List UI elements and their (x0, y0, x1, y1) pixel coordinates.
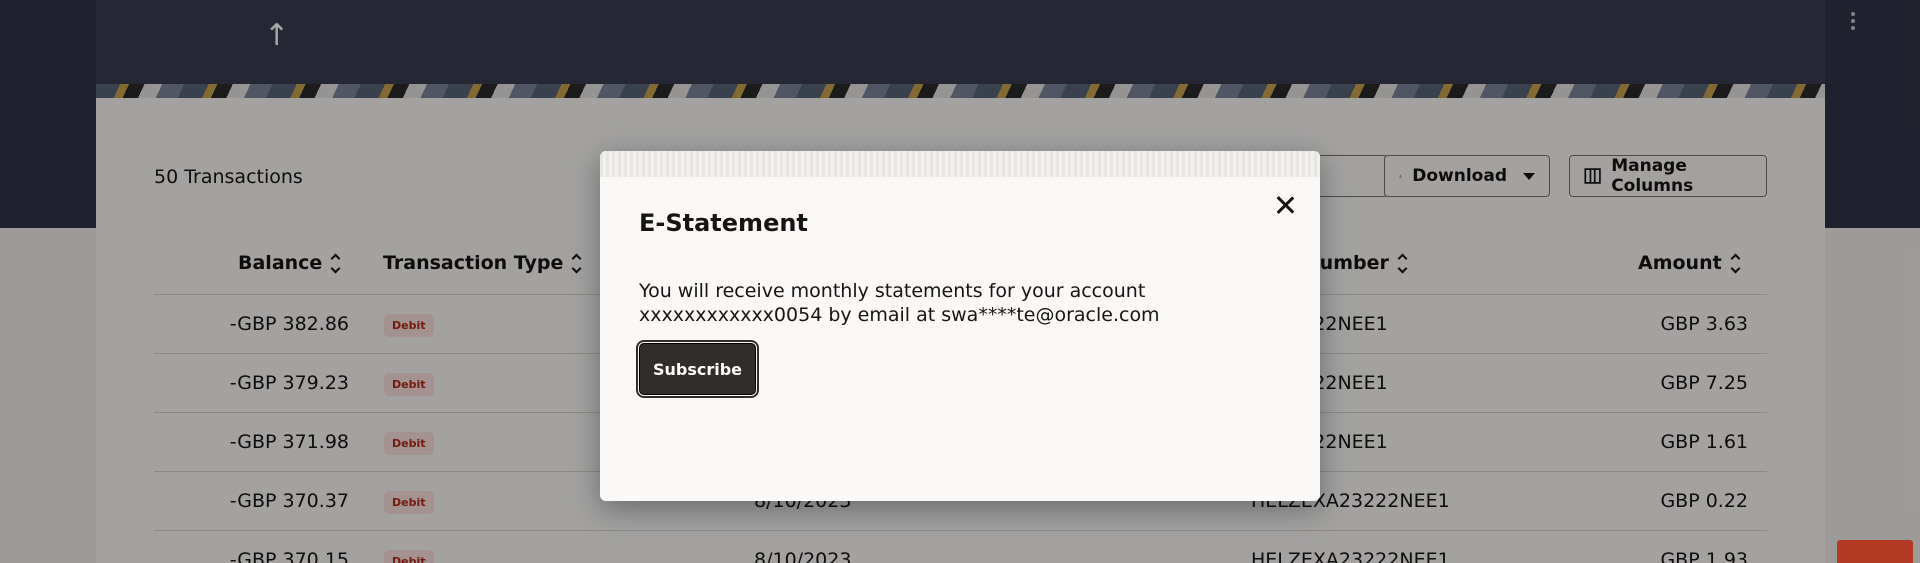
dialog-pattern-strip (600, 151, 1320, 177)
close-icon[interactable] (1270, 190, 1300, 220)
dialog-message-line-1: You will receive monthly statements for … (639, 280, 1146, 302)
subscribe-button[interactable]: Subscribe (636, 340, 759, 398)
dialog-message-line-2: xxxxxxxxxxxx0054 by email at swa****te@o… (639, 304, 1160, 326)
dialog-title: E-Statement (639, 209, 808, 237)
e-statement-dialog: E-Statement You will receive monthly sta… (600, 151, 1320, 501)
notification-tab[interactable] (1837, 540, 1913, 563)
dialog-message: You will receive monthly statements for … (639, 279, 1279, 327)
